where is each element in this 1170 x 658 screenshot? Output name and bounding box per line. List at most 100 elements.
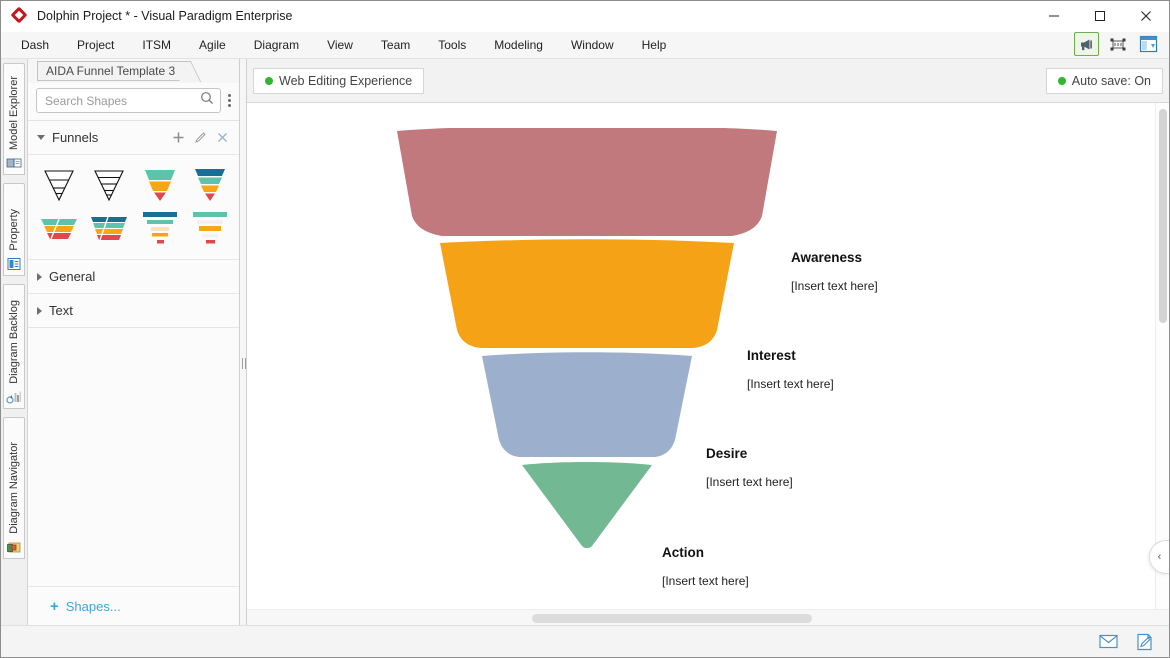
search-icon[interactable] — [200, 91, 214, 110]
canvas-vertical-scrollbar[interactable] — [1155, 103, 1169, 609]
breadcrumb-bar: AIDA Funnel Template 3 — [28, 59, 239, 83]
funnel-label-title: Desire — [706, 446, 793, 461]
status-bar — [1, 625, 1169, 657]
section-header-funnels[interactable]: Funnels — [28, 121, 239, 155]
sidebar-tab-model-explorer[interactable]: Model Explorer — [3, 63, 25, 175]
funnel-label-title: Interest — [747, 348, 834, 363]
funnel-label-description[interactable]: [Insert text here] — [662, 574, 749, 588]
title-bar: Dolphin Project * - Visual Paradigm Ente… — [1, 1, 1169, 32]
sidebar-tab-diagram-backlog[interactable]: Diagram Backlog — [3, 284, 25, 409]
shape-thumbnail-grid — [28, 155, 239, 260]
minimize-button[interactable] — [1031, 1, 1077, 32]
diamond-logo-icon — [12, 8, 28, 24]
menu-item-project[interactable]: Project — [63, 34, 128, 56]
add-icon[interactable] — [172, 131, 185, 144]
menu-item-itsm[interactable]: ITSM — [128, 34, 185, 56]
autosave-pill[interactable]: Auto save: On — [1046, 68, 1163, 94]
diagram-canvas[interactable]: Awareness [Insert text here] Interest [I… — [247, 103, 1169, 609]
shape-thumb-funnel-bars-stacked-4[interactable] — [84, 207, 134, 249]
search-input[interactable] — [45, 94, 200, 108]
close-button[interactable] — [1123, 1, 1169, 32]
section-actions — [172, 131, 229, 144]
menu-item-view[interactable]: View — [313, 34, 367, 56]
shape-thumb-funnel-bars-separated-green[interactable] — [185, 207, 235, 249]
shapes-panel: AIDA Funnel Template 3 — [28, 59, 240, 625]
search-shapes-box[interactable] — [36, 88, 221, 113]
menu-item-diagram[interactable]: Diagram — [240, 34, 313, 56]
maximize-button[interactable] — [1077, 1, 1123, 32]
application-window: Dolphin Project * - Visual Paradigm Ente… — [0, 0, 1170, 658]
funnel-segment-desire[interactable] — [482, 352, 692, 457]
menu-item-team[interactable]: Team — [367, 34, 424, 56]
note-edit-icon[interactable] — [1133, 631, 1155, 653]
funnel-label-description[interactable]: [Insert text here] — [747, 377, 834, 391]
funnel-label-title: Awareness — [791, 250, 878, 265]
fit-to-screen-icon[interactable] — [1105, 32, 1130, 56]
funnel-label-desire[interactable]: Desire [Insert text here] — [706, 446, 793, 489]
vertical-scroll-thumb[interactable] — [1159, 109, 1167, 323]
add-shapes-button[interactable]: + Shapes... — [28, 587, 239, 625]
menu-item-window[interactable]: Window — [557, 34, 628, 56]
sidebar-tab-label: Diagram Navigator — [8, 442, 20, 534]
left-tab-strip: Model Explorer Property — [1, 59, 28, 625]
window-controls — [1031, 1, 1169, 32]
menu-item-modeling[interactable]: Modeling — [480, 34, 557, 56]
breadcrumb-item-template[interactable]: AIDA Funnel Template 3 — [37, 61, 181, 81]
shape-thumb-funnel-bars-stacked-3[interactable] — [34, 207, 84, 249]
chevron-right-icon — [37, 307, 42, 315]
diagram-editor: Web Editing Experience Auto save: On — [247, 59, 1169, 625]
section-title: Funnels — [52, 130, 98, 145]
shape-thumb-funnel-outline-3-segment[interactable] — [34, 163, 84, 205]
funnel-label-description[interactable]: [Insert text here] — [791, 279, 878, 293]
editor-tool-buttons — [1074, 32, 1161, 56]
panel-layout-icon[interactable] — [1136, 32, 1161, 56]
close-icon[interactable] — [216, 131, 229, 144]
model-explorer-icon — [6, 155, 22, 171]
shape-thumb-funnel-bars-separated-blue[interactable] — [135, 207, 185, 249]
menu-item-agile[interactable]: Agile — [185, 34, 240, 56]
status-dot-icon — [1058, 77, 1066, 85]
status-dot-icon — [265, 77, 273, 85]
shape-thumb-funnel-outline-4-segment[interactable] — [84, 163, 134, 205]
chevron-left-icon[interactable]: ‹ — [1149, 540, 1169, 574]
diagram-navigator-icon — [6, 539, 22, 555]
funnel-label-description[interactable]: [Insert text here] — [706, 475, 793, 489]
funnel-label-awareness[interactable]: Awareness [Insert text here] — [791, 250, 878, 293]
menu-item-dash[interactable]: Dash — [7, 34, 63, 56]
funnel-label-title: Action — [662, 545, 749, 560]
breadcrumb-label: AIDA Funnel Template 3 — [46, 64, 175, 78]
diagram-backlog-icon — [6, 389, 22, 405]
web-editing-experience-label: Web Editing Experience — [279, 74, 412, 88]
kebab-menu-icon[interactable] — [225, 90, 233, 112]
plus-icon: + — [50, 599, 59, 614]
autosave-label: Auto save: On — [1072, 74, 1151, 88]
funnel-segment-awareness[interactable] — [397, 128, 777, 236]
funnel-segment-action[interactable] — [522, 462, 652, 548]
shape-thumb-funnel-filled-4-color[interactable] — [185, 163, 235, 205]
section-header-general[interactable]: General — [28, 260, 239, 294]
panel-splitter[interactable] — [240, 59, 247, 625]
section-title: General — [49, 269, 95, 284]
mail-icon[interactable] — [1097, 631, 1119, 653]
sidebar-tab-label: Property — [8, 209, 20, 251]
menu-item-help[interactable]: Help — [628, 34, 681, 56]
funnel-segment-interest[interactable] — [440, 239, 734, 348]
menu-bar: Dash Project ITSM Agile Diagram View Tea… — [1, 32, 1169, 59]
add-shapes-label: Shapes... — [66, 599, 121, 614]
chevron-down-icon — [37, 135, 45, 140]
section-header-text[interactable]: Text — [28, 294, 239, 328]
sidebar-tab-diagram-navigator[interactable]: Diagram Navigator — [3, 417, 25, 559]
edit-icon[interactable] — [194, 131, 207, 144]
shapes-panel-empty-area — [28, 328, 239, 587]
menu-item-tools[interactable]: Tools — [424, 34, 480, 56]
web-editing-experience-pill[interactable]: Web Editing Experience — [253, 68, 424, 94]
splitter-grip[interactable] — [241, 356, 246, 370]
funnel-label-interest[interactable]: Interest [Insert text here] — [747, 348, 834, 391]
window-title: Dolphin Project * - Visual Paradigm Ente… — [37, 9, 292, 23]
canvas-horizontal-scrollbar[interactable] — [247, 609, 1169, 625]
sidebar-tab-property[interactable]: Property — [3, 183, 25, 276]
announcement-icon[interactable] — [1074, 32, 1099, 56]
funnel-label-action[interactable]: Action [Insert text here] — [662, 545, 749, 588]
shape-thumb-funnel-filled-3-color[interactable] — [135, 163, 185, 205]
horizontal-scroll-thumb[interactable] — [532, 614, 812, 623]
